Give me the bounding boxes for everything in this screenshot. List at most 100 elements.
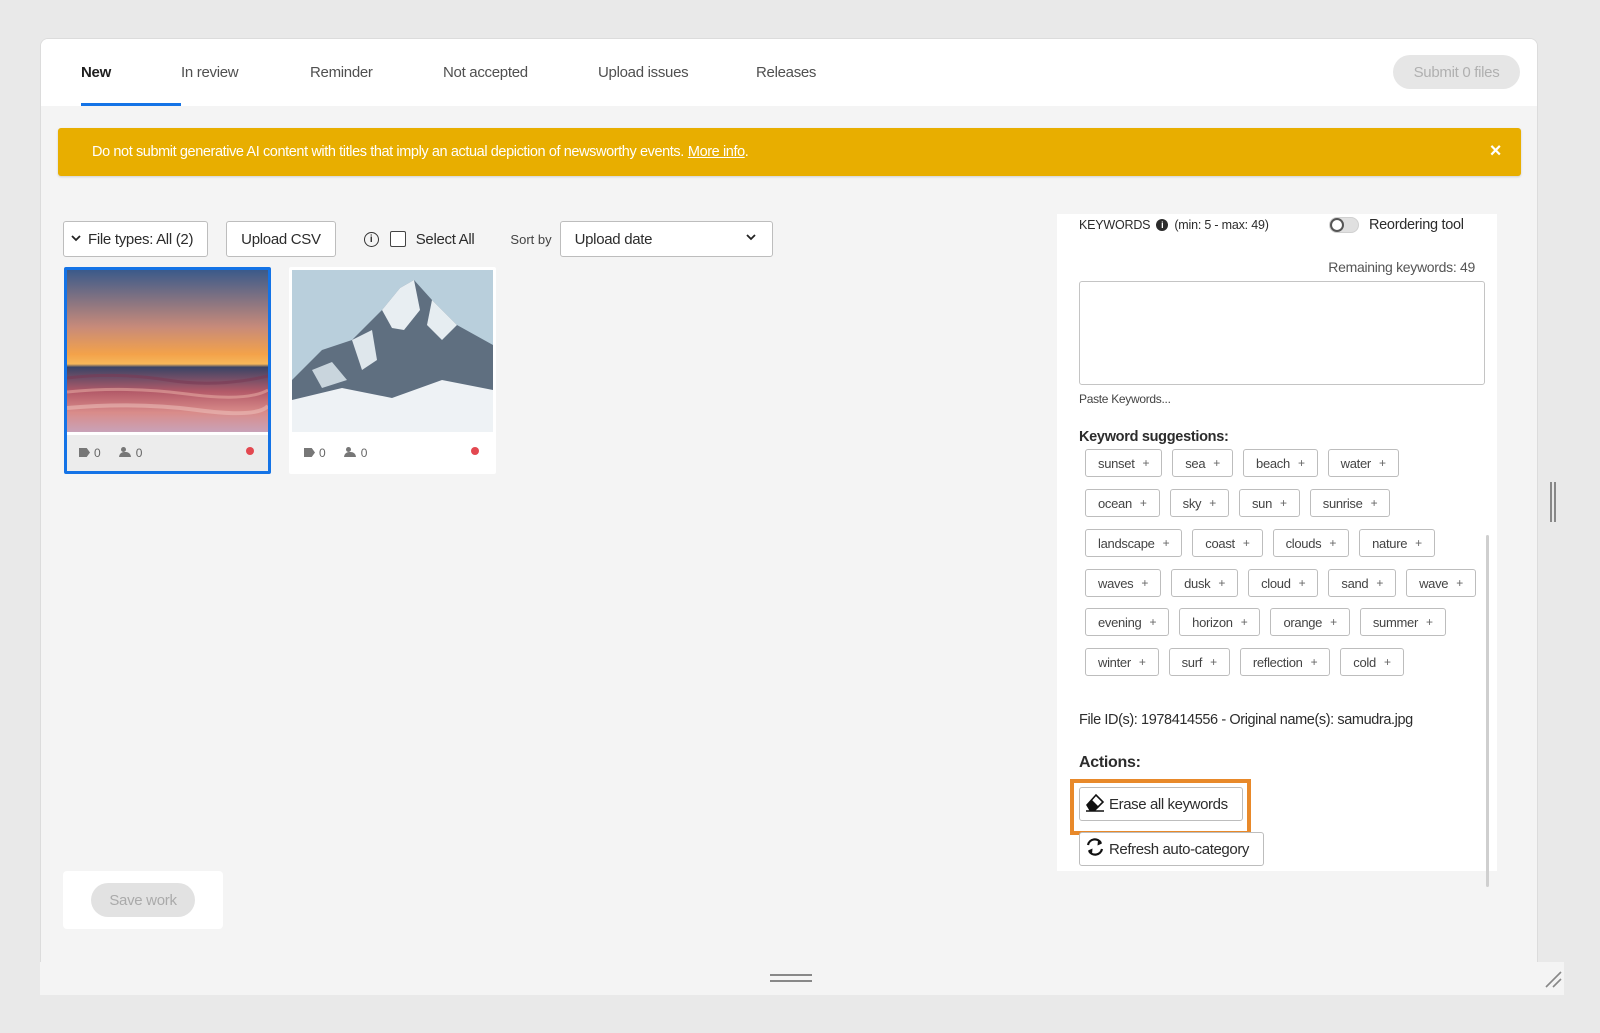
tab-header: New In review Reminder Not accepted Uplo… bbox=[41, 39, 1537, 106]
thumbnail-sunset[interactable]: 0 0 bbox=[64, 267, 271, 474]
plus-icon: + bbox=[1310, 655, 1318, 669]
plus-icon: + bbox=[1329, 536, 1337, 550]
keywords-header: KEYWORDS i (min: 5 - max: 49) bbox=[1079, 218, 1269, 232]
chevron-down-icon bbox=[744, 230, 758, 248]
erase-all-keywords-button[interactable]: Erase all keywords bbox=[1079, 787, 1243, 821]
keyword-chip[interactable]: summer + bbox=[1359, 608, 1446, 636]
tab-in-review[interactable]: In review bbox=[181, 39, 310, 106]
keyword-chip[interactable]: orange + bbox=[1270, 608, 1350, 636]
reordering-toggle[interactable] bbox=[1329, 217, 1359, 233]
sort-by-label: Sort by bbox=[510, 231, 552, 247]
keyword-chip[interactable]: sky + bbox=[1169, 489, 1229, 517]
close-icon[interactable]: × bbox=[1490, 141, 1502, 161]
people-count: 0 bbox=[118, 446, 142, 460]
people-icon bbox=[343, 447, 357, 457]
suggestion-row: sunset + sea + beach + water + bbox=[1085, 449, 1399, 477]
keyword-chip[interactable]: reflection + bbox=[1239, 648, 1331, 676]
refresh-auto-category-button[interactable]: Refresh auto-category bbox=[1079, 832, 1265, 866]
keyword-chip[interactable]: horizon + bbox=[1179, 608, 1261, 636]
info-icon[interactable]: i bbox=[363, 231, 379, 247]
keyword-chip[interactable]: evening + bbox=[1085, 608, 1170, 636]
plus-icon: + bbox=[1280, 496, 1287, 510]
tab-upload-issues[interactable]: Upload issues bbox=[598, 39, 756, 106]
keyword-chip[interactable]: coast + bbox=[1192, 529, 1263, 557]
panel-scrollbar[interactable] bbox=[1486, 535, 1489, 887]
save-work-button[interactable]: Save work bbox=[91, 883, 195, 917]
more-info-link[interactable]: More info bbox=[688, 144, 745, 160]
tab-reminder[interactable]: Reminder bbox=[310, 39, 443, 106]
plus-icon: + bbox=[1139, 496, 1147, 510]
info-icon[interactable]: i bbox=[1156, 219, 1169, 231]
keyword-chip[interactable]: surf + bbox=[1168, 648, 1230, 676]
save-work-container: Save work bbox=[63, 871, 223, 929]
keyword-chip[interactable]: cloud + bbox=[1248, 569, 1319, 597]
keyword-chip[interactable]: sea + bbox=[1172, 449, 1234, 477]
thumbnail-mountain[interactable]: 0 0 bbox=[289, 267, 496, 474]
banner-text: Do not submit generative AI content with… bbox=[92, 144, 684, 160]
content-window: New In review Reminder Not accepted Uplo… bbox=[40, 38, 1538, 994]
eraser-icon bbox=[1084, 792, 1106, 816]
plus-icon: + bbox=[1142, 456, 1150, 470]
file-types-dropdown[interactable]: File types: All (2) bbox=[63, 221, 209, 257]
keyword-chip[interactable]: sunset + bbox=[1085, 449, 1163, 477]
plus-icon: + bbox=[1456, 576, 1463, 590]
bottom-resize-handle[interactable] bbox=[770, 974, 812, 982]
plus-icon: + bbox=[1210, 655, 1217, 669]
keywords-input[interactable] bbox=[1079, 281, 1485, 385]
keyword-chip[interactable]: cold + bbox=[1340, 648, 1404, 676]
erase-all-keywords-label: Erase all keywords bbox=[1109, 795, 1228, 813]
keyword-chip[interactable]: water + bbox=[1327, 449, 1399, 477]
plus-icon: + bbox=[1330, 615, 1337, 629]
status-dot bbox=[471, 447, 479, 455]
keyword-chip[interactable]: sand + bbox=[1328, 569, 1397, 597]
keyword-chip[interactable]: waves + bbox=[1085, 569, 1162, 597]
plus-icon: + bbox=[1138, 655, 1146, 669]
sort-select-value: Upload date bbox=[574, 230, 653, 248]
suggestion-row: landscape + coast + clouds + nature + bbox=[1085, 529, 1435, 557]
submit-files-button[interactable]: Submit 0 files bbox=[1393, 55, 1520, 89]
plus-icon: + bbox=[1378, 456, 1386, 470]
paste-keywords-link[interactable]: Paste Keywords... bbox=[1079, 392, 1171, 406]
tab-new[interactable]: New bbox=[81, 39, 181, 106]
sunset-image bbox=[67, 270, 268, 432]
tag-icon bbox=[79, 448, 90, 457]
keyword-chip[interactable]: sun + bbox=[1238, 489, 1300, 517]
keyword-chip[interactable]: clouds + bbox=[1272, 529, 1350, 557]
keyword-chip[interactable]: sunrise + bbox=[1309, 489, 1391, 517]
keyword-chip[interactable]: dusk + bbox=[1171, 569, 1239, 597]
sort-select[interactable]: Upload date bbox=[559, 221, 773, 257]
plus-icon: + bbox=[1218, 576, 1226, 590]
reordering-label: Reordering tool bbox=[1369, 217, 1464, 233]
upload-csv-button[interactable]: Upload CSV bbox=[226, 221, 336, 257]
keyword-chip[interactable]: wave + bbox=[1406, 569, 1476, 597]
actions-title: Actions: bbox=[1079, 754, 1141, 771]
tag-icon bbox=[304, 448, 315, 457]
tab-releases[interactable]: Releases bbox=[756, 39, 846, 106]
keyword-chip[interactable]: landscape + bbox=[1085, 529, 1183, 557]
suggestion-row: winter + surf + reflection + cold + bbox=[1085, 648, 1404, 676]
keyword-chip[interactable]: nature + bbox=[1359, 529, 1435, 557]
keywords-label: KEYWORDS bbox=[1079, 218, 1151, 232]
chevron-down-icon bbox=[70, 232, 82, 247]
resize-corner-icon[interactable] bbox=[1544, 970, 1562, 988]
thumbnail-meta: 0 0 bbox=[67, 435, 268, 471]
tab-not-accepted[interactable]: Not accepted bbox=[443, 39, 598, 106]
keywords-range: (min: 5 - max: 49) bbox=[1174, 218, 1269, 232]
keyword-chip[interactable]: winter + bbox=[1085, 648, 1159, 676]
plus-icon: + bbox=[1149, 615, 1157, 629]
select-all-checkbox[interactable] bbox=[389, 231, 406, 247]
refresh-icon bbox=[1084, 837, 1106, 861]
file-toolbar: File types: All (2) Upload CSV i Select … bbox=[63, 221, 773, 257]
suggestion-row: waves + dusk + cloud + sand + wave + bbox=[1085, 569, 1476, 597]
keyword-chip[interactable]: beach + bbox=[1243, 449, 1318, 477]
plus-icon: + bbox=[1376, 576, 1384, 590]
select-all-label[interactable]: Select All bbox=[416, 231, 475, 248]
plus-icon: + bbox=[1415, 536, 1422, 550]
keyword-chip[interactable]: ocean + bbox=[1085, 489, 1160, 517]
keyword-suggestions-title: Keyword suggestions: bbox=[1079, 429, 1229, 445]
side-resize-handle[interactable] bbox=[1550, 482, 1556, 522]
warning-banner: Do not submit generative AI content with… bbox=[58, 128, 1521, 176]
plus-icon: + bbox=[1240, 615, 1248, 629]
suggestion-row: ocean + sky + sun + sunrise + bbox=[1085, 489, 1391, 517]
refresh-auto-category-label: Refresh auto-category bbox=[1109, 840, 1250, 858]
